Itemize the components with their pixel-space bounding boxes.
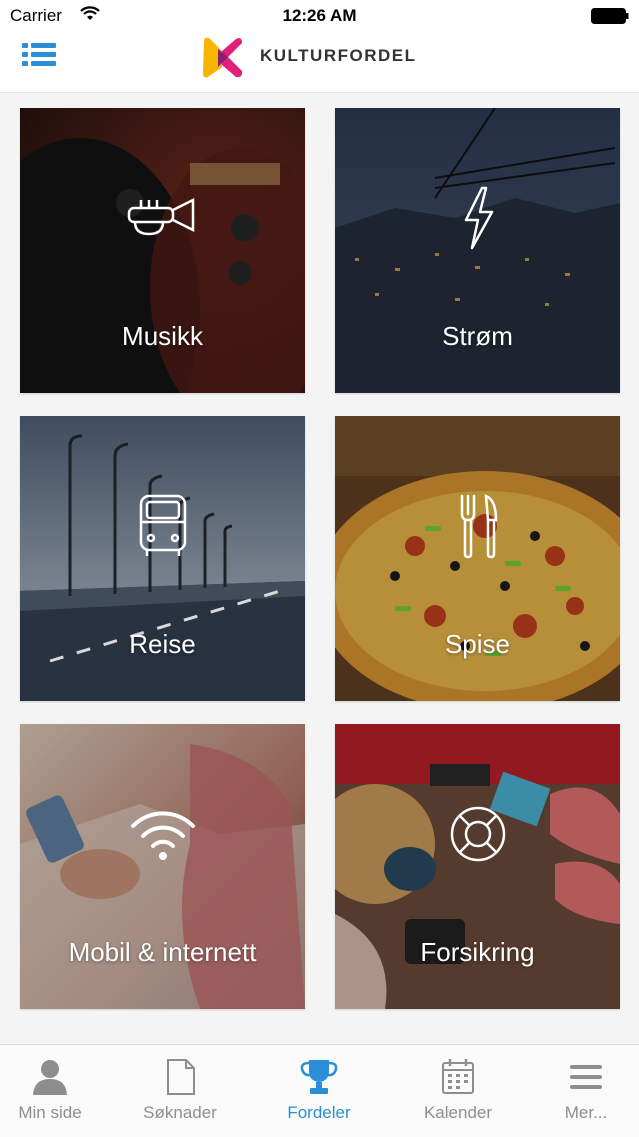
fork-knife-icon bbox=[460, 494, 497, 559]
status-bar: Carrier 12:26 AM bbox=[0, 0, 639, 34]
tile-strom[interactable]: Strøm bbox=[335, 108, 620, 393]
tile-label: Mobil & internett bbox=[68, 937, 257, 967]
tab-kalender[interactable]: Kalender bbox=[394, 1045, 522, 1137]
tile-spise[interactable]: Spise bbox=[335, 416, 620, 701]
app-header: KULTURFORDEL bbox=[0, 34, 639, 93]
tab-label: Mer... bbox=[564, 1103, 608, 1122]
tab-soknader[interactable]: Søknader bbox=[116, 1045, 244, 1137]
tab-label: Kalender bbox=[423, 1103, 493, 1122]
tab-min-side[interactable]: Min side bbox=[0, 1045, 114, 1137]
tile-reise[interactable]: Reise bbox=[20, 416, 305, 701]
tile-label: Spise bbox=[444, 629, 511, 659]
lightning-icon bbox=[464, 186, 493, 250]
person-icon bbox=[33, 1060, 67, 1095]
trophy-icon bbox=[300, 1060, 338, 1094]
document-icon bbox=[167, 1059, 195, 1095]
tab-label: Fordeler bbox=[287, 1103, 351, 1122]
tab-mer[interactable]: Mer... bbox=[522, 1045, 639, 1137]
tab-bar: Min side Søknader Fordeler Kalender Mer.… bbox=[0, 1044, 639, 1137]
tile-musikk[interactable]: Musikk bbox=[20, 108, 305, 393]
lifebuoy-icon bbox=[450, 806, 505, 862]
tile-label: Forsikring bbox=[420, 937, 535, 967]
tile-label: Strøm bbox=[442, 321, 513, 351]
list-menu-icon[interactable] bbox=[22, 41, 58, 69]
tile-forsikring[interactable]: Forsikring bbox=[335, 724, 620, 1009]
kulturfordel-logo bbox=[203, 37, 243, 78]
clock: 12:26 AM bbox=[282, 6, 357, 25]
trumpet-icon bbox=[127, 197, 194, 236]
tile-label: Reise bbox=[129, 629, 196, 659]
tile-mobil-internett[interactable]: Mobil & internett bbox=[20, 724, 305, 1009]
wifi-icon bbox=[130, 811, 195, 860]
tab-label: Søknader bbox=[143, 1103, 217, 1122]
menu-icon bbox=[570, 1065, 602, 1089]
app-title: KULTURFORDEL bbox=[260, 46, 417, 65]
bus-icon bbox=[139, 494, 186, 556]
tab-fordeler[interactable]: Fordeler bbox=[255, 1045, 383, 1137]
tab-label: Min side bbox=[18, 1103, 82, 1122]
calendar-icon bbox=[442, 1059, 474, 1094]
tile-label: Musikk bbox=[122, 321, 203, 351]
battery-icon bbox=[591, 8, 629, 24]
